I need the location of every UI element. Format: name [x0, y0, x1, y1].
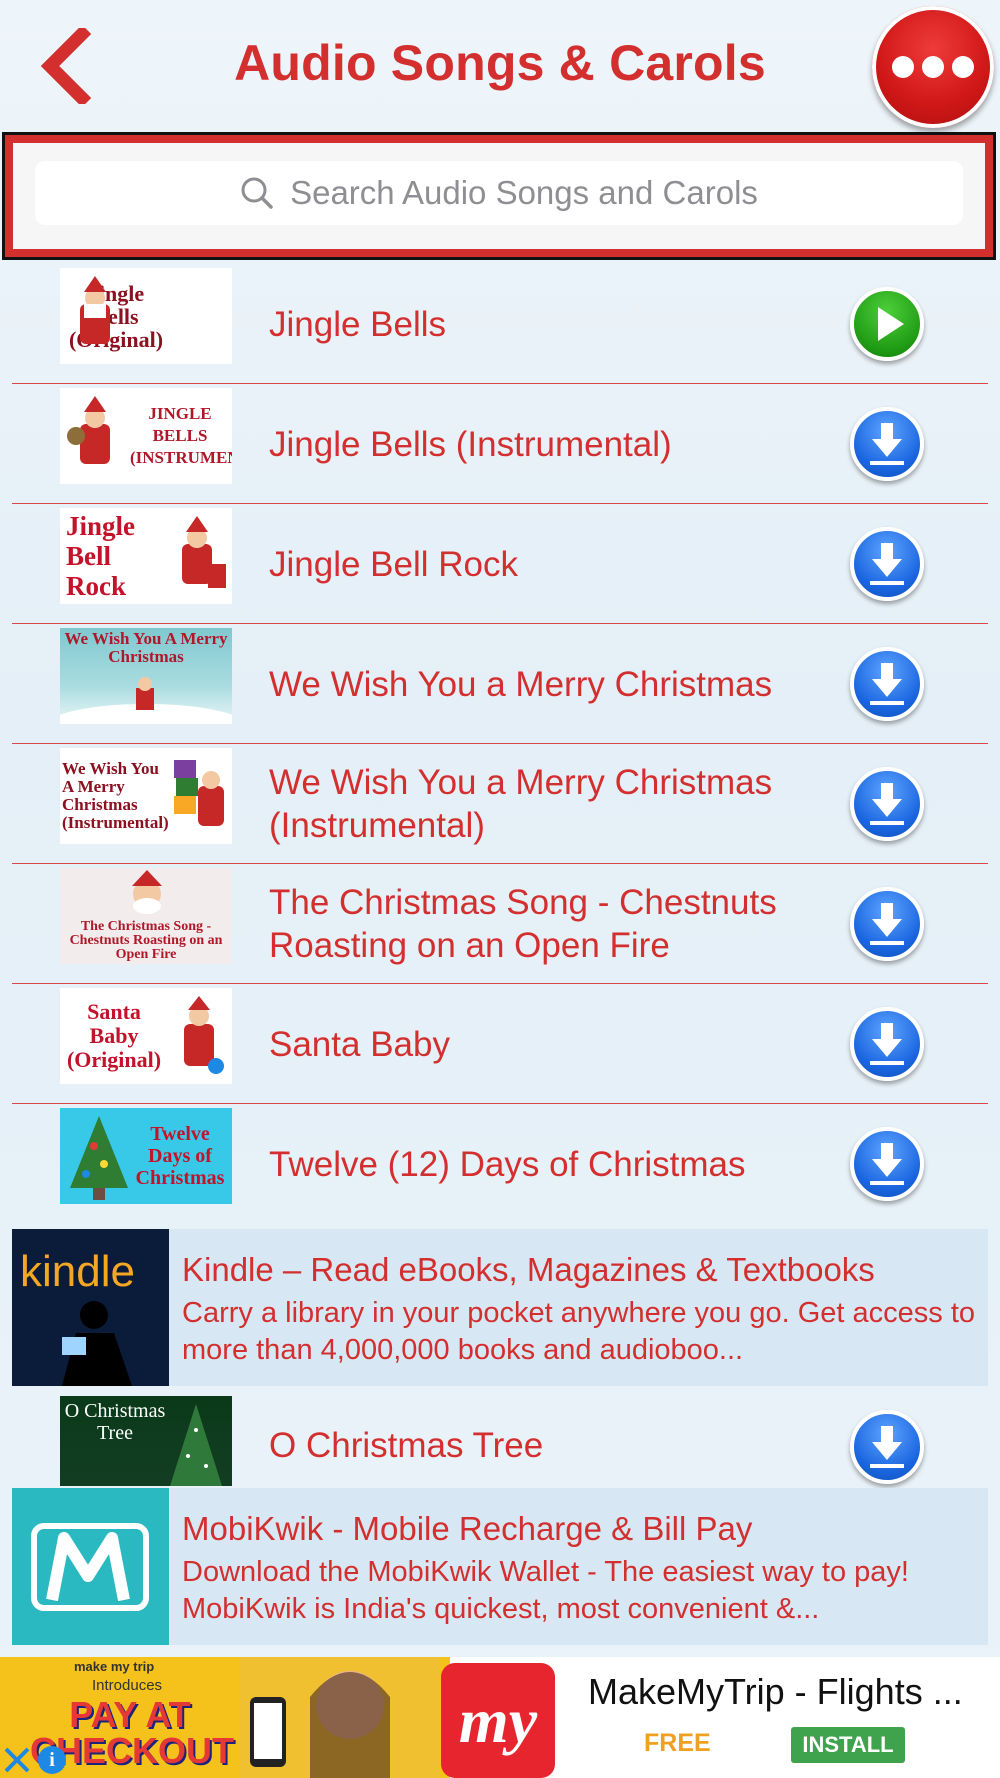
search-placeholder: Search Audio Songs and Carols — [290, 174, 758, 211]
song-row-santa-baby[interactable]: Santa Baby (Original) Santa Baby — [12, 984, 988, 1104]
song-title: The Christmas Song - Chestnuts Roasting … — [269, 883, 777, 965]
play-button[interactable] — [850, 287, 924, 361]
song-row-christmas-song[interactable]: The Christmas Song - Chestnuts Roasting … — [12, 864, 988, 984]
ad-mobikwik[interactable]: MobiKwik - Mobile Recharge & Bill Pay Do… — [12, 1488, 988, 1645]
download-button[interactable] — [850, 647, 924, 721]
song-row-twelve-days[interactable]: Twelve Days of Christmas Twelve (12) Day… — [12, 1104, 988, 1224]
santa-image — [80, 276, 110, 344]
banner-ad[interactable]: make my trip Introduces PAY AT CHECKOUT … — [0, 1657, 1000, 1778]
ad-description: Download the MobiKwik Wallet - The easie… — [182, 1556, 909, 1625]
nav-bar: Audio Songs & Carols — [0, 0, 1000, 132]
song-thumbnail: Twelve Days of Christmas — [60, 1108, 232, 1204]
santa-gifts-image — [174, 760, 224, 826]
install-button[interactable]: INSTALL — [791, 1727, 905, 1763]
santa-image — [67, 396, 110, 464]
download-button[interactable] — [850, 887, 924, 961]
song-thumbnail: JINGLE BELLS (INSTRUMENTAL) — [60, 388, 232, 484]
song-thumbnail: The Christmas Song - Chestnuts Roasting … — [60, 868, 232, 964]
makemytrip-logo: my — [441, 1663, 555, 1778]
ad-title: MobiKwik - Mobile Recharge & Bill Pay — [182, 1510, 753, 1547]
search-bar: Search Audio Songs and Carols — [2, 132, 996, 260]
ad-description: Carry a library in your pocket anywhere … — [182, 1297, 976, 1366]
santa-image — [182, 516, 226, 588]
download-icon — [870, 1143, 904, 1185]
model-photo — [240, 1657, 440, 1778]
song-title: Jingle Bells (Instrumental) — [269, 424, 672, 464]
download-button[interactable] — [850, 1127, 924, 1201]
banner-promo-image: make my trip Introduces PAY AT CHECKOUT — [0, 1657, 450, 1778]
download-icon — [870, 423, 904, 465]
song-title: Jingle Bells — [269, 304, 447, 344]
info-icon[interactable]: i — [38, 1746, 66, 1774]
download-icon — [870, 1426, 904, 1468]
download-icon — [870, 783, 904, 825]
song-row-we-wish-you[interactable]: We Wish You A Merry Christmas We Wish Yo… — [12, 624, 988, 744]
download-button[interactable] — [850, 767, 924, 841]
santa-image — [132, 870, 162, 914]
download-icon — [870, 903, 904, 945]
song-row-jingle-bells[interactable]: Jingle Bells (Original) Jingle Bells — [12, 264, 988, 384]
song-row-jingle-bell-rock[interactable]: Jingle Bell Rock Jingle Bell Rock — [12, 504, 988, 624]
download-icon — [870, 663, 904, 705]
page-title: Audio Songs & Carols — [234, 35, 766, 91]
more-menu-button[interactable] — [872, 6, 994, 128]
banner-price: FREE — [644, 1729, 711, 1757]
song-row-we-wish-you-instrumental[interactable]: We Wish You A Merry Christmas (Instrumen… — [12, 744, 988, 864]
play-icon — [878, 307, 904, 341]
christmas-tree-image — [70, 1116, 128, 1200]
song-title: Twelve (12) Days of Christmas — [269, 1144, 746, 1184]
song-thumbnail: Santa Baby (Original) — [60, 988, 232, 1084]
song-title: We Wish You a Merry Christmas (Instrumen… — [269, 763, 773, 845]
song-title: O Christmas Tree — [269, 1425, 544, 1465]
more-horizontal-icon — [892, 56, 914, 78]
song-title: We Wish You a Merry Christmas — [269, 664, 773, 704]
download-button[interactable] — [850, 1007, 924, 1081]
song-thumbnail: Jingle Bell Rock — [60, 508, 232, 604]
close-icon[interactable] — [2, 1743, 32, 1775]
song-thumbnail: O Christmas Tree — [60, 1396, 232, 1486]
ad-kindle[interactable]: kindle Kindle – Read eBooks, Magazines &… — [12, 1229, 988, 1386]
mobikwik-m-icon — [31, 1523, 149, 1611]
ad-title: Kindle – Read eBooks, Magazines & Textbo… — [182, 1251, 875, 1288]
search-icon — [241, 177, 273, 209]
mobikwik-logo — [12, 1488, 169, 1645]
download-icon — [870, 1023, 904, 1065]
download-button[interactable] — [850, 527, 924, 601]
song-thumbnail: We Wish You A Merry Christmas (Instrumen… — [60, 748, 232, 844]
song-row-o-christmas-tree[interactable]: O Christmas Tree O Christmas Tree — [12, 1386, 988, 1486]
reader-silhouette-icon — [62, 1301, 132, 1386]
kindle-logo: kindle — [12, 1229, 169, 1386]
christmas-tree-image — [170, 1404, 222, 1486]
download-button[interactable] — [850, 407, 924, 481]
snow-scene-image — [60, 677, 232, 724]
song-thumbnail: Jingle Bells (Original) — [60, 268, 232, 364]
song-title: Santa Baby — [269, 1024, 450, 1064]
song-thumbnail: We Wish You A Merry Christmas — [60, 628, 232, 724]
download-icon — [870, 543, 904, 585]
search-input[interactable]: Search Audio Songs and Carols — [35, 161, 963, 225]
song-row-jingle-bells-instrumental[interactable]: JINGLE BELLS (INSTRUMENTAL) Jingle Bells… — [12, 384, 988, 504]
banner-title: MakeMyTrip - Flights ... — [588, 1671, 963, 1712]
song-title: Jingle Bell Rock — [269, 544, 518, 584]
santa-image — [184, 996, 224, 1074]
download-button[interactable] — [850, 1410, 924, 1484]
